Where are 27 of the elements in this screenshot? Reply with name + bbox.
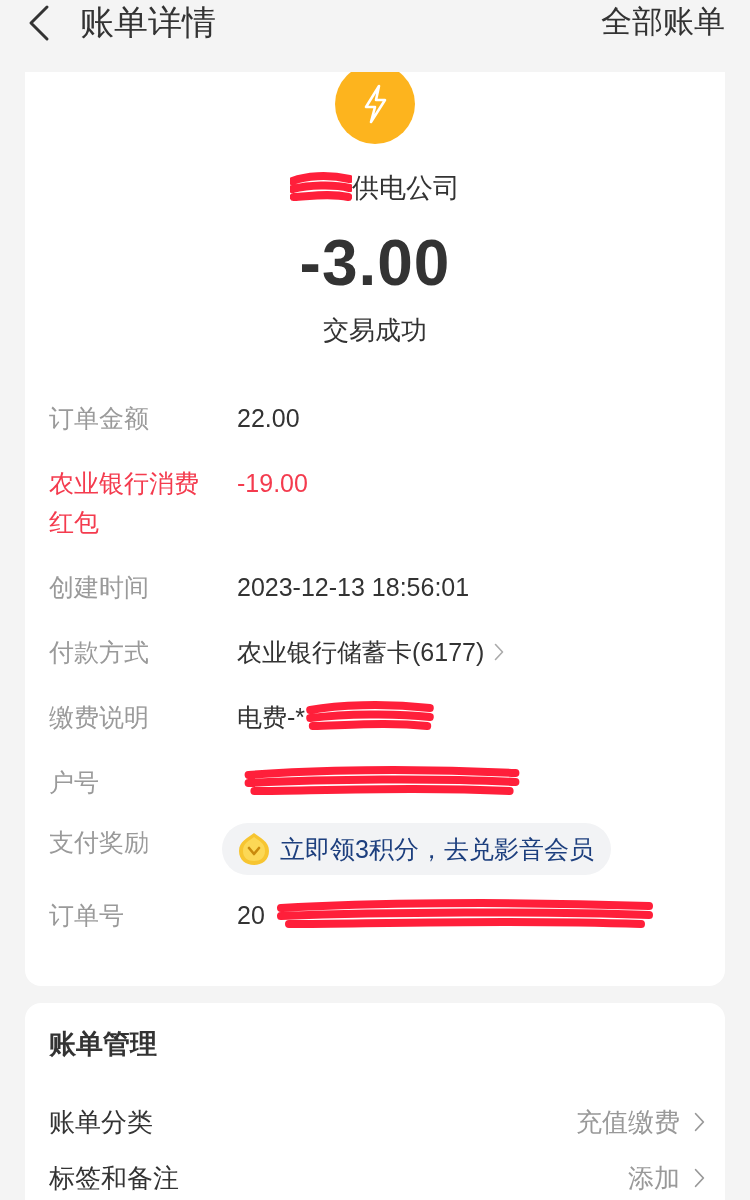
field-label: 缴费说明 [49, 702, 150, 733]
field-value: 22.00 [237, 403, 300, 434]
field-label: 农业银行消费红包 [49, 468, 200, 538]
field-label: 户号 [49, 767, 100, 798]
field-value: 2023-12-13 18:56:01 [237, 572, 470, 603]
field-label: 付款方式 [49, 637, 150, 668]
payment-method-link[interactable]: 农业银行储蓄卡(6177) [237, 633, 505, 671]
field-label: 创建时间 [49, 572, 150, 603]
item-label: 标签和备注 [49, 1162, 179, 1195]
chevron-right-icon [494, 643, 505, 661]
field-label: 订单金额 [49, 403, 150, 434]
page-title: 账单详情 [80, 2, 216, 43]
coin-icon [238, 832, 270, 866]
reward-button[interactable]: 立即领3积分，去兑影音会员 [222, 823, 611, 875]
discount-value: -19.00 [237, 468, 308, 499]
item-label: 账单分类 [49, 1106, 153, 1139]
all-bills-button[interactable]: 全部账单 [601, 0, 725, 44]
amount: -3.00 [299, 227, 451, 299]
field-label: 订单号 [49, 900, 125, 931]
field-label: 支付奖励 [49, 827, 150, 858]
field-value: 20 [237, 900, 265, 931]
transaction-status: 交易成功 [323, 314, 427, 347]
field-value: 电费-* [237, 702, 306, 733]
chevron-right-icon [694, 1112, 705, 1132]
section-title: 账单管理 [49, 1028, 158, 1061]
merchant-name: 供电公司 [352, 172, 460, 205]
chevron-right-icon [694, 1168, 705, 1188]
